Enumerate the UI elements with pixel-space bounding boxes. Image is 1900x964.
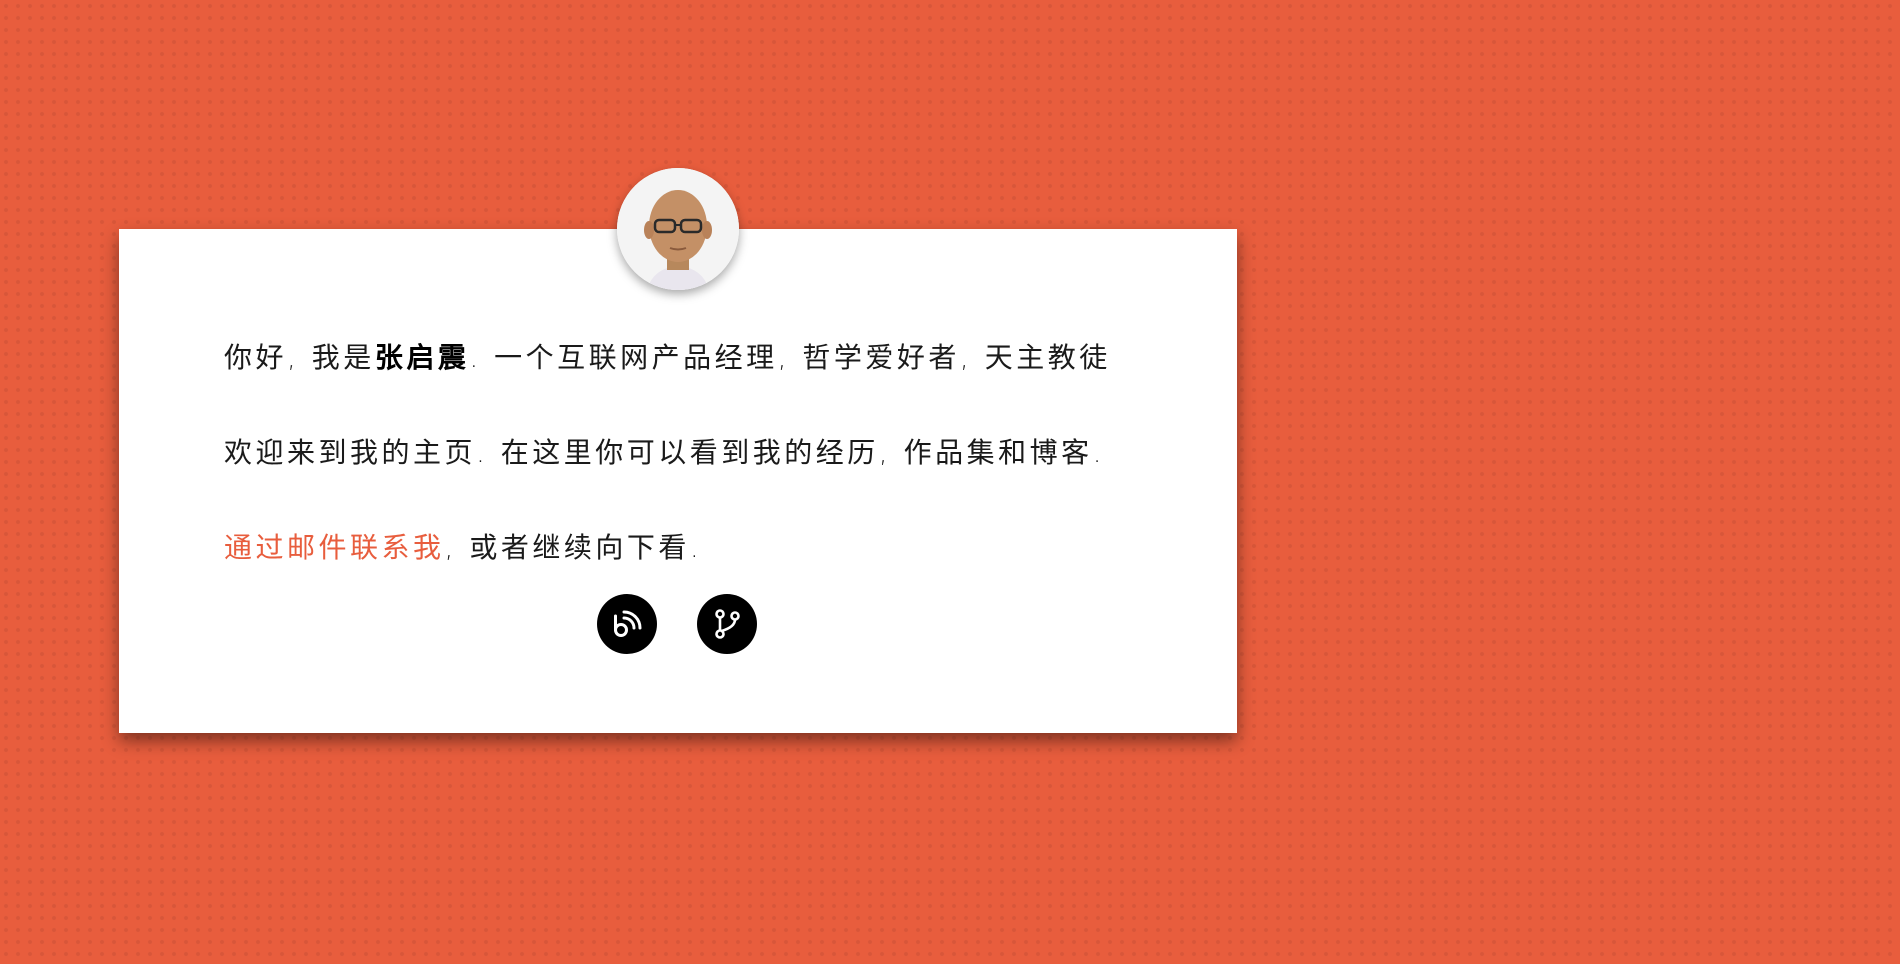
author-name: 张启震 — [374, 341, 470, 374]
avatar-photo — [617, 168, 739, 290]
intro-line-2: 欢迎来到我的主页. 在这里你可以看到我的经历, 作品集和博客. — [224, 436, 1106, 469]
contact-suffix-text: , 或者继续向下看. — [444, 531, 703, 564]
email-contact-link[interactable]: 通过邮件联系我 — [224, 531, 445, 564]
description-text: . 一个互联网产品经理, 哲学爱好者, 天主教徒 — [469, 341, 1111, 374]
greeting-text: 你好, 我是 — [224, 341, 375, 374]
social-links — [597, 594, 757, 654]
weibo-icon — [614, 610, 642, 637]
intro-card: 你好, 我是张启震. 一个互联网产品经理, 哲学爱好者, 天主教徒 欢迎来到我的… — [119, 229, 1237, 733]
weibo-button[interactable] — [597, 594, 657, 654]
git-button[interactable] — [697, 594, 757, 654]
intro-line-1: 你好, 我是张启震. 一个互联网产品经理, 哲学爱好者, 天主教徒 — [224, 336, 1111, 376]
intro-line-3: 通过邮件联系我, 或者继续向下看. — [224, 526, 702, 566]
git-branch-icon — [715, 609, 740, 639]
avatar — [617, 168, 739, 290]
